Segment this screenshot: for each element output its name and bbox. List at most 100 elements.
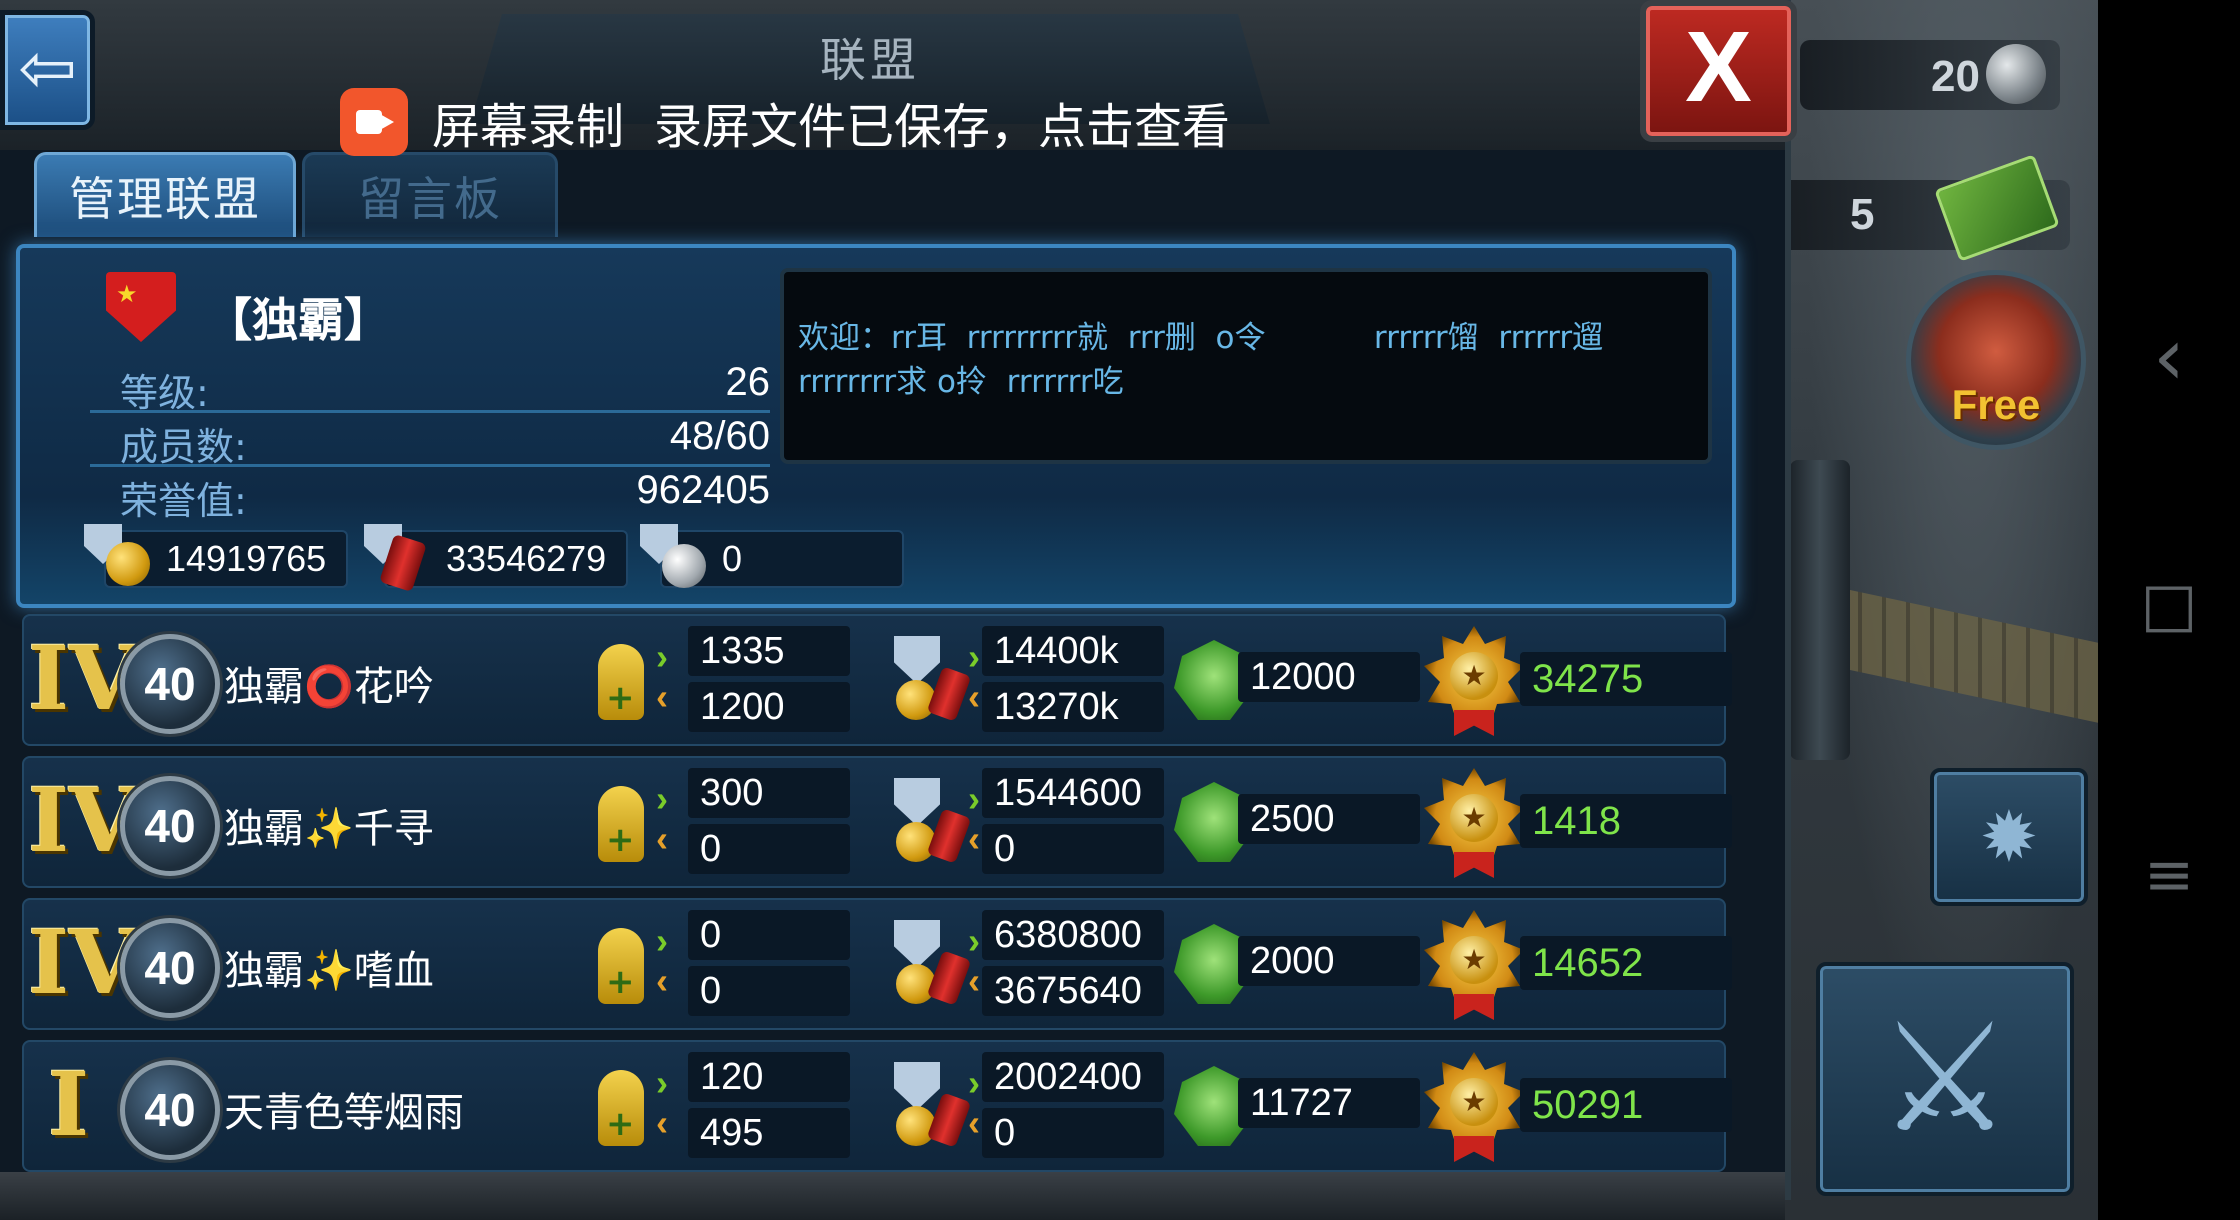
member-name: 天青色等烟雨 xyxy=(224,1090,464,1136)
screen-recording-message: 录屏文件已保存，点击查看 xyxy=(654,99,1231,155)
free-gift-label: Free xyxy=(1951,381,2041,428)
stat-label: 成员数: xyxy=(120,425,247,469)
alliance-emblem-button[interactable]: ✹ xyxy=(1930,768,2088,906)
medal-star-icon: ★ xyxy=(1424,1052,1524,1162)
alliance-steel-value: 0 xyxy=(722,538,743,579)
shield-oil-icon xyxy=(364,524,428,593)
incoming-arrow-icon: › xyxy=(656,1062,668,1103)
panel-bottom-frame xyxy=(0,1172,1785,1220)
honor-value: 50291 xyxy=(1520,1078,1732,1132)
nav-home-icon[interactable]: □ xyxy=(2098,570,2240,640)
stat-value: 48/60 xyxy=(669,414,770,458)
resources-received: 6380800 xyxy=(982,910,1164,960)
free-gift-button[interactable]: Free xyxy=(1906,270,2086,450)
cash-counter[interactable]: 5 xyxy=(1780,154,2070,262)
outgoing-arrow-icon: ‹ xyxy=(656,676,668,717)
china-flag-shield-icon: ★ xyxy=(106,272,176,342)
outgoing-arrow-icon: ‹ xyxy=(656,960,668,1001)
screen-recording-toast[interactable]: 屏幕录制 录屏文件已保存，点击查看 xyxy=(340,82,1480,162)
troops-sent: 0 xyxy=(688,966,850,1016)
level-badge: 40 xyxy=(120,634,220,734)
nav-back-icon[interactable]: ‹ xyxy=(2098,310,2240,403)
troops-received: 300 xyxy=(688,768,850,818)
stat-label: 荣誉值: xyxy=(120,479,247,523)
alliance-oil-value: 33546279 xyxy=(446,538,607,579)
troops-received: 0 xyxy=(688,910,850,960)
tab-manage-alliance[interactable]: 管理联盟 xyxy=(34,152,296,237)
troops-sent: 1200 xyxy=(688,682,850,732)
steel-coin-icon xyxy=(1986,44,2046,104)
troop-reinforce-icon: + xyxy=(576,1064,666,1154)
alliance-panel: ⇦ 联盟 X 管理联盟 留言板 ★ 【独霸】 等级: 26 成员数: 48/60… xyxy=(0,0,1797,1220)
resources-received: 1544600 xyxy=(982,768,1164,818)
honor-value: 14652 xyxy=(1520,936,1732,990)
crown-emblem-icon: ✹ xyxy=(1979,796,2039,878)
back-arrow-icon: ⇦ xyxy=(18,27,77,109)
alliance-gold-slot: 14919765 xyxy=(84,524,348,588)
resources-received: 14400k xyxy=(982,626,1164,676)
alliance-gold-value: 14919765 xyxy=(166,538,327,579)
steel-counter: 20 xyxy=(1800,40,2060,110)
stat-row-level: 等级: 26 xyxy=(90,358,771,415)
incoming-arrow-icon: › xyxy=(968,1062,980,1103)
close-button[interactable]: X xyxy=(1640,0,1797,142)
power-value: 12000 xyxy=(1238,652,1420,702)
outgoing-arrow-icon: ‹ xyxy=(968,960,980,1001)
incoming-arrow-icon: › xyxy=(968,920,980,961)
incoming-arrow-icon: › xyxy=(656,778,668,819)
member-name: 独霸⭕花吟 xyxy=(224,664,434,710)
power-value: 2500 xyxy=(1238,794,1420,844)
stat-value: 26 xyxy=(725,360,771,404)
attack-button[interactable]: ⚔ xyxy=(1816,962,2074,1196)
window-title: 联盟 xyxy=(820,33,920,87)
level-badge: 40 xyxy=(120,776,220,876)
medal-star-icon: ★ xyxy=(1424,768,1524,878)
shield-steel-icon xyxy=(640,524,706,588)
member-row[interactable]: I 40 天青色等烟雨 + › ‹ 120 495 › ‹ 2002400 0 … xyxy=(22,1040,1732,1172)
troops-sent: 0 xyxy=(688,824,850,874)
back-button[interactable]: ⇦ xyxy=(0,10,95,130)
medal-star-icon: ★ xyxy=(1424,910,1524,1020)
troop-reinforce-icon: + xyxy=(576,638,666,728)
resources-sent: 0 xyxy=(982,1108,1164,1158)
honor-value: 34275 xyxy=(1520,652,1732,706)
resources-sent: 0 xyxy=(982,824,1164,874)
rank-badge: IV xyxy=(28,626,138,730)
shield-gold-icon xyxy=(84,524,150,588)
member-row[interactable]: IV 40 独霸✨千寻 + › ‹ 300 0 › ‹ 1544600 0 25… xyxy=(22,756,1732,888)
resources-sent: 13270k xyxy=(982,682,1164,732)
nav-menu-icon[interactable]: ≡ xyxy=(2098,840,2240,910)
alliance-oil-slot: 33546279 xyxy=(364,524,628,593)
honor-value: 1418 xyxy=(1520,794,1732,848)
member-row[interactable]: IV 40 独霸✨嗜血 + › ‹ 0 0 › ‹ 6380800 367564… xyxy=(22,898,1732,1030)
troops-received: 120 xyxy=(688,1052,850,1102)
close-icon: X xyxy=(1685,11,1752,123)
screen-recording-title: 屏幕录制 xyxy=(432,99,625,155)
medal-star-icon: ★ xyxy=(1424,626,1524,736)
outgoing-arrow-icon: ‹ xyxy=(968,676,980,717)
incoming-arrow-icon: › xyxy=(656,920,668,961)
power-value: 2000 xyxy=(1238,936,1420,986)
incoming-arrow-icon: › xyxy=(968,636,980,677)
alliance-steel-slot: 0 xyxy=(640,524,904,588)
resources-sent: 3675640 xyxy=(982,966,1164,1016)
rank-badge: IV xyxy=(28,910,138,1014)
stat-label: 等级: xyxy=(120,371,209,415)
rank-badge: IV xyxy=(28,768,138,872)
game-screen: 20 5 Free ✹ ⚔ ⇦ 联盟 X 管理联盟 留言板 ★ 【独霸】 等级:… xyxy=(0,0,2098,1220)
welcome-message: 欢迎：rr耳 rrrrrrrrr就 rrr删 o令 rrrrrr馏 rrrrrr… xyxy=(798,320,1604,400)
tower-scenery xyxy=(1790,460,1850,760)
outgoing-arrow-icon: ‹ xyxy=(656,1102,668,1143)
incoming-arrow-icon: › xyxy=(656,636,668,677)
member-row[interactable]: IV 40 独霸⭕花吟 + › ‹ 1335 1200 › ‹ 14400k 1… xyxy=(22,614,1732,746)
crossed-rifles-icon: ⚔ xyxy=(1877,992,2013,1166)
stat-row-honor: 荣誉值: 962405 xyxy=(90,466,770,523)
member-name: 独霸✨嗜血 xyxy=(224,948,434,994)
tab-message-board[interactable]: 留言板 xyxy=(302,152,558,237)
level-badge: 40 xyxy=(120,918,220,1018)
stat-value: 962405 xyxy=(636,468,770,512)
welcome-message-box[interactable]: 欢迎：rr耳 rrrrrrrrr就 rrr删 o令 rrrrrr馏 rrrrrr… xyxy=(780,268,1712,464)
resources-received: 2002400 xyxy=(982,1052,1164,1102)
outgoing-arrow-icon: ‹ xyxy=(968,1102,980,1143)
power-value: 11727 xyxy=(1238,1078,1420,1128)
